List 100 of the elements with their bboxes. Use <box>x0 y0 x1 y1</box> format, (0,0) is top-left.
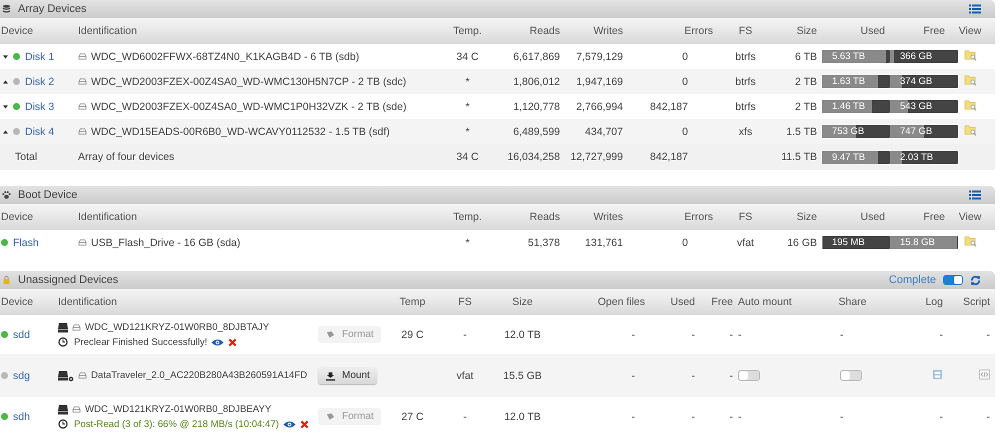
column-header: Errors <box>683 211 714 223</box>
table-cell: - <box>986 410 990 422</box>
database-icon <box>2 4 11 14</box>
column-header: FS <box>738 25 754 37</box>
device-identification: WDC_WD121KRYZ-01W0RB0_8DJBTAJY <box>85 322 270 333</box>
caret-icon[interactable] <box>3 104 8 108</box>
column-header: Script <box>962 296 991 308</box>
column-header: Writes <box>592 211 624 223</box>
table-cell-text: - <box>728 370 734 382</box>
free-bar: 15.8 GB <box>890 236 958 249</box>
table-cell-text: 6,489,599 <box>512 126 561 138</box>
device-link[interactable]: Disk 2 <box>25 76 54 88</box>
column-header: Used <box>859 211 886 223</box>
device-link[interactable]: sdh <box>13 410 30 422</box>
table-cell-text: 434,707 <box>584 126 624 138</box>
device-link[interactable]: sdd <box>13 328 30 340</box>
device-link[interactable]: Disk 4 <box>25 126 54 138</box>
table-cell-text: btrfs <box>734 100 757 112</box>
table-cell-text: 7,579,129 <box>575 50 624 62</box>
table-cell-text: 6,617,869 <box>512 50 561 62</box>
folder-search-icon[interactable] <box>964 124 976 136</box>
drive-icon <box>78 128 87 135</box>
table-cell-text: 51,378 <box>526 236 561 248</box>
toggle-switch[interactable] <box>738 370 760 381</box>
column-header: Identification <box>78 25 138 37</box>
column-header: Used <box>669 296 696 308</box>
device-identification: WDC_WD2003FZEX-00Z4SA0_WD-WMC1P0H32VZK - 2 TB (sde) <box>91 100 406 112</box>
table-cell-text: 2,766,994 <box>575 100 624 112</box>
column-header: Device <box>0 211 34 223</box>
column-header: Size <box>796 211 818 223</box>
folder-search-icon[interactable] <box>964 99 976 111</box>
panel-title: Unassigned Devices <box>18 274 118 286</box>
column-header: Free <box>922 25 946 37</box>
table-cell-text: 0 <box>681 236 689 248</box>
device-link[interactable]: Flash <box>13 236 39 248</box>
folder-search-icon[interactable] <box>964 74 976 86</box>
list-icon[interactable] <box>969 190 981 200</box>
device-link[interactable]: sdg <box>13 370 30 382</box>
table-cell-text: 12.0 TB <box>503 328 542 340</box>
device-identification: USB_Flash_Drive - 16 GB (sda) <box>91 236 240 248</box>
list-icon[interactable] <box>969 4 981 14</box>
panel-title: Array Devices <box>18 3 86 15</box>
caret-icon[interactable] <box>3 130 8 134</box>
table-cell-text: - <box>630 370 636 382</box>
mount-button[interactable]: Mount <box>318 367 377 384</box>
column-header: FS <box>738 211 754 223</box>
close-icon[interactable] <box>300 420 309 428</box>
column-header: Share <box>837 296 868 308</box>
toggle-switch[interactable] <box>840 370 862 381</box>
table-cell-text: 12.0 TB <box>503 410 542 422</box>
table-cell-text: 29 C <box>400 328 425 340</box>
table-cell-text: 0 <box>681 76 689 88</box>
caret-icon[interactable] <box>3 54 8 58</box>
close-icon[interactable] <box>228 338 238 346</box>
table-cell-text: * <box>464 76 471 88</box>
device-link[interactable]: Disk 1 <box>25 50 54 62</box>
eye-icon[interactable] <box>282 420 296 428</box>
column-header: Used <box>859 25 886 37</box>
table-cell-text: - <box>728 328 734 340</box>
table-cell-text: - <box>630 328 636 340</box>
folder-search-icon[interactable] <box>964 235 976 247</box>
mode-label: Complete <box>888 274 936 286</box>
clock-icon <box>58 419 68 429</box>
device-link[interactable]: Disk 3 <box>25 100 54 112</box>
free-bar: 747 GB <box>890 125 958 138</box>
used-bar: 195 MB <box>822 236 890 249</box>
table-cell-text: * <box>464 236 471 248</box>
device-identification: WDC_WD6002FFWX-68TZ4N0_K1KAGB4D - 6 TB (sdb) <box>91 50 360 62</box>
table-cell-text: 1,806,012 <box>512 76 561 88</box>
caret-icon[interactable] <box>3 80 8 84</box>
used-bar: 1.63 TB <box>822 75 890 88</box>
table-cell-text: 6 TB <box>794 50 818 62</box>
table-cell-text: 0 <box>681 126 689 138</box>
table-cell-text: 34 C <box>455 50 480 62</box>
table-cell-text: - <box>462 410 468 422</box>
free-bar: 366 GB <box>890 50 958 63</box>
device-identification: WDC_WD2003FZEX-00Z4SA0_WD-WMC130H5N7CP - 2 TB (sdc) <box>91 76 406 88</box>
folder-search-icon[interactable] <box>964 49 976 61</box>
table-cell-text: vfat <box>456 370 474 382</box>
table-cell: - <box>986 328 990 340</box>
column-header: Temp. <box>452 25 483 37</box>
button-icon <box>325 370 336 380</box>
table-cell-text: - <box>728 410 734 422</box>
column-header: Auto mount <box>738 296 793 308</box>
panel-title: Boot Device <box>18 189 78 201</box>
table-cell-text: 131,761 <box>584 236 624 248</box>
drive-icon <box>78 239 87 246</box>
preclear-status: Preclear Finished Successfully! <box>74 336 208 348</box>
table-cell-text: 34 C <box>455 151 480 163</box>
column-header: View <box>958 211 982 223</box>
table-cell-text: xfs <box>738 126 754 138</box>
table-cell-text: 27 C <box>400 410 425 422</box>
toggle-switch[interactable] <box>943 275 963 285</box>
table-cell-text: 15.5 GB <box>502 370 543 382</box>
table-cell-text: * <box>464 100 471 112</box>
column-header: View <box>958 25 982 37</box>
code-icon[interactable] <box>979 368 990 380</box>
refresh-icon[interactable] <box>970 274 981 286</box>
drive-icon <box>78 78 87 85</box>
eye-icon[interactable] <box>211 338 224 346</box>
